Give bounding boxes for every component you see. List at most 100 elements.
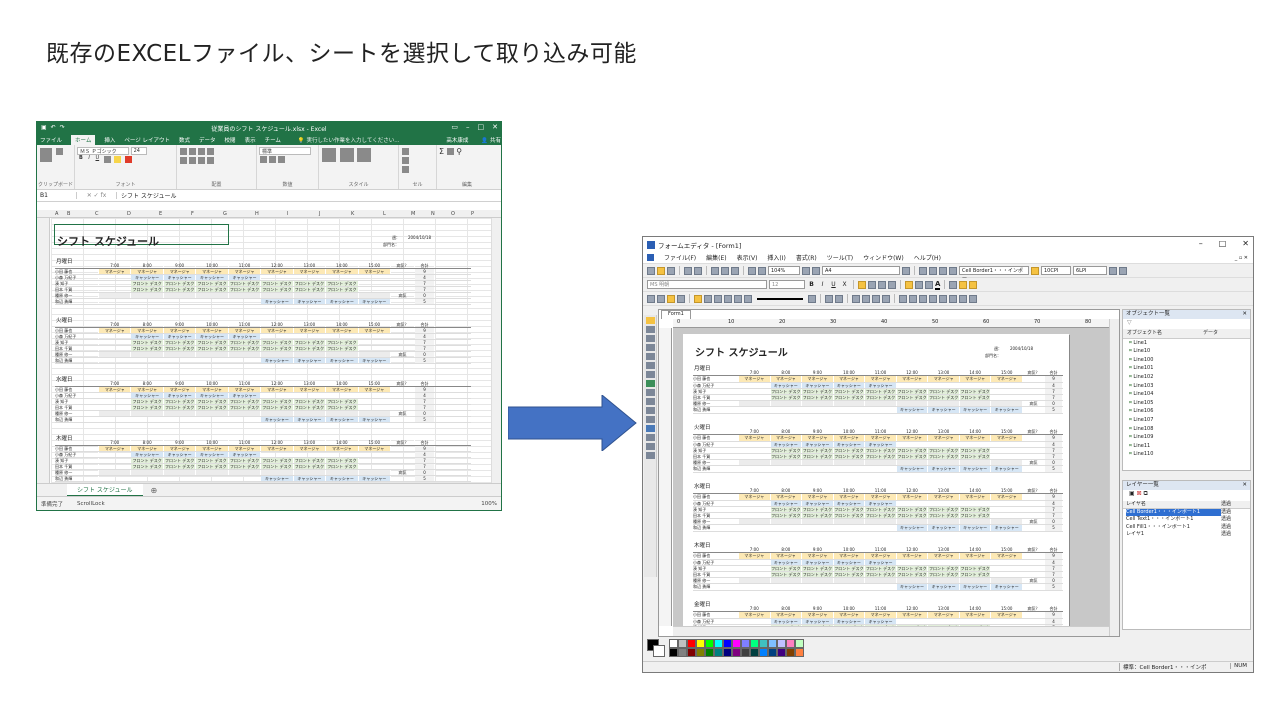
number-format-select[interactable]: 標準 bbox=[259, 147, 311, 155]
arrange1-icon[interactable] bbox=[899, 294, 907, 303]
name-box[interactable]: B1 bbox=[37, 192, 77, 199]
underline-button[interactable]: U bbox=[829, 281, 838, 288]
ribbon-tab[interactable]: 校閲 bbox=[225, 136, 236, 144]
minimize-icon[interactable]: – bbox=[466, 123, 470, 131]
autosum-icon[interactable]: Σ bbox=[439, 147, 444, 156]
menu-item[interactable]: 表示(V) bbox=[737, 253, 758, 262]
page-icon[interactable] bbox=[802, 266, 810, 275]
ungroup-icon[interactable] bbox=[862, 294, 870, 303]
minimize-icon[interactable]: – bbox=[1199, 239, 1203, 248]
function-icon[interactable]: ✕ ✓ fx bbox=[77, 192, 117, 199]
border-icon[interactable] bbox=[103, 156, 111, 163]
picture-tool-icon[interactable] bbox=[646, 425, 655, 432]
align-right-icon[interactable] bbox=[878, 280, 886, 289]
object-list-item[interactable]: ⌗ Line108 bbox=[1123, 425, 1250, 434]
layer-row[interactable]: Cell Fill1・・・インポート1 透過 bbox=[1123, 524, 1250, 532]
color-swatch[interactable] bbox=[795, 648, 804, 657]
align-left-icon[interactable] bbox=[180, 157, 187, 164]
object-list-item[interactable]: ⌗ Line11 bbox=[1123, 442, 1250, 451]
ribbon-tab[interactable]: データ bbox=[199, 136, 216, 144]
object-list-item[interactable]: ⌗ Line109 bbox=[1123, 433, 1250, 442]
round-rect-icon[interactable] bbox=[667, 294, 675, 303]
maximize-icon[interactable]: □ bbox=[1219, 239, 1227, 248]
cut-icon[interactable] bbox=[711, 266, 719, 275]
mdi-controls[interactable]: _ ▫ ✕ bbox=[1235, 255, 1248, 261]
arrange3-icon[interactable] bbox=[919, 294, 927, 303]
column-header[interactable]: D bbox=[127, 211, 131, 217]
landscape-icon[interactable] bbox=[812, 266, 820, 275]
column-header[interactable]: H bbox=[255, 211, 259, 217]
arc-tool-icon[interactable] bbox=[646, 362, 655, 369]
color-swatch[interactable] bbox=[750, 639, 759, 648]
share-button[interactable]: 👤 共有 bbox=[481, 136, 501, 144]
color-swatch[interactable] bbox=[759, 648, 768, 657]
worksheet-grid[interactable]: シフト スケジュール 週： 2004/10/18 部門名： 月曜日 7:00 8:00 9:0… bbox=[51, 218, 491, 483]
group-icon[interactable] bbox=[852, 294, 860, 303]
grid-tool-icon[interactable] bbox=[646, 416, 655, 423]
horizontal-scrollbar[interactable] bbox=[673, 626, 1109, 636]
formula-input[interactable]: シフト スケジュール bbox=[117, 191, 177, 200]
line-width-icon[interactable] bbox=[808, 294, 816, 303]
open-icon[interactable] bbox=[657, 266, 665, 275]
column-header[interactable]: L bbox=[383, 211, 386, 217]
menu-item[interactable]: ツール(T) bbox=[827, 253, 853, 262]
color-swatch[interactable] bbox=[786, 639, 795, 648]
undo-icon[interactable] bbox=[748, 266, 756, 275]
font-size-select[interactable]: 24 bbox=[130, 147, 147, 155]
font-name-select[interactable]: ＭＳ Ｐゴシック bbox=[77, 147, 129, 155]
color-swatch[interactable] bbox=[669, 639, 678, 648]
font-select[interactable]: MS 明朝 bbox=[647, 280, 767, 289]
color-swatch[interactable] bbox=[768, 648, 777, 657]
italic-button[interactable]: I bbox=[88, 155, 89, 161]
window-icon[interactable] bbox=[1119, 266, 1127, 275]
pattern1-icon[interactable] bbox=[704, 294, 712, 303]
column-header[interactable]: P bbox=[471, 211, 474, 217]
ellipse-tool-icon[interactable] bbox=[646, 353, 655, 360]
bold-button[interactable]: B bbox=[79, 155, 83, 161]
rect-tool-icon[interactable] bbox=[646, 344, 655, 351]
front-icon[interactable] bbox=[872, 294, 880, 303]
object-list-item[interactable]: ⌗ Line100 bbox=[1123, 356, 1250, 365]
qr-tool-icon[interactable] bbox=[646, 452, 655, 459]
field-tool-icon[interactable] bbox=[646, 389, 655, 396]
layer-row[interactable]: レイヤ1 透過 bbox=[1123, 531, 1250, 539]
frame-icon[interactable] bbox=[949, 280, 958, 289]
user-name[interactable]: 高木康成 bbox=[446, 136, 468, 144]
close-icon[interactable]: ✕ bbox=[1242, 310, 1247, 319]
close-icon[interactable]: ✕ bbox=[1242, 481, 1247, 490]
new-icon[interactable] bbox=[647, 266, 655, 275]
arrange6-icon[interactable] bbox=[949, 294, 957, 303]
image-tool-icon[interactable] bbox=[646, 380, 655, 387]
fill-color-icon[interactable] bbox=[114, 156, 122, 163]
column-header[interactable]: A bbox=[55, 211, 58, 217]
menu-item[interactable]: 書式(R) bbox=[796, 253, 817, 262]
color-swatch[interactable] bbox=[714, 639, 723, 648]
color-swatch[interactable] bbox=[705, 639, 714, 648]
valign-middle-icon[interactable] bbox=[915, 280, 923, 289]
layer-row[interactable]: Cell Text1・・・インポート1 透過 bbox=[1123, 516, 1250, 524]
color-swatch[interactable] bbox=[687, 639, 696, 648]
insert-cells-icon[interactable] bbox=[402, 148, 409, 155]
bold-button[interactable]: B bbox=[807, 281, 816, 288]
justify-icon[interactable] bbox=[888, 280, 896, 289]
ribbon-tab[interactable]: 表示 bbox=[245, 136, 256, 144]
print-icon[interactable] bbox=[684, 266, 692, 275]
color-swatch[interactable] bbox=[795, 639, 804, 648]
color-swatch[interactable] bbox=[759, 639, 768, 648]
vertical-scrollbar[interactable] bbox=[1109, 319, 1119, 636]
object-list-item[interactable]: ⌗ Line101 bbox=[1123, 364, 1250, 373]
ribbon-tab[interactable]: ファイル bbox=[40, 136, 62, 144]
strike-button[interactable]: X bbox=[840, 281, 849, 288]
font-size-select[interactable]: 12 bbox=[769, 280, 805, 289]
underline-button[interactable]: U bbox=[95, 155, 99, 161]
align-left-icon[interactable] bbox=[858, 280, 866, 289]
layer-row[interactable]: Cell Border1・・・インポート1 透過 bbox=[1123, 508, 1250, 516]
doc-tab[interactable]: Form1 bbox=[661, 310, 691, 319]
ribbon-tab[interactable]: チーム bbox=[265, 136, 281, 144]
conditional-format-icon[interactable] bbox=[322, 148, 336, 162]
color-swatch[interactable] bbox=[723, 639, 732, 648]
arrange5-icon[interactable] bbox=[939, 294, 947, 303]
lpi-select[interactable]: 6LPI bbox=[1073, 266, 1107, 275]
object-list-item[interactable]: ⌗ Line10 bbox=[1123, 347, 1250, 356]
color-swatch[interactable] bbox=[669, 648, 678, 657]
